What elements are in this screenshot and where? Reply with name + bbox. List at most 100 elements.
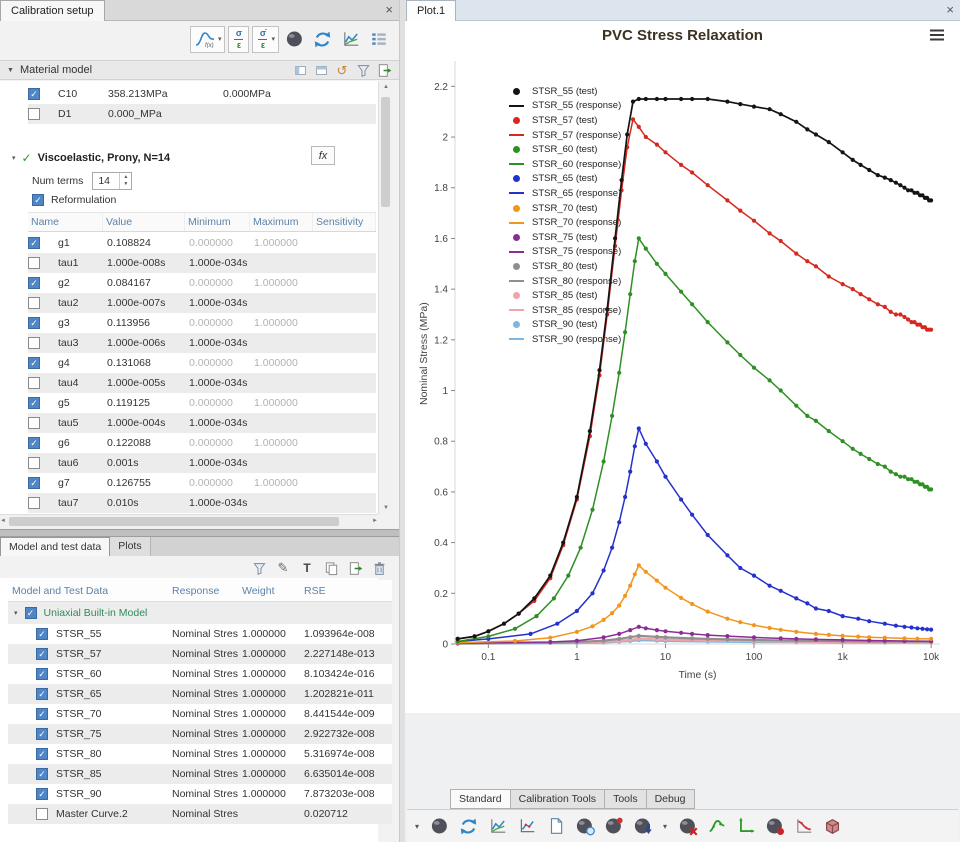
fx-expression-button[interactable]: fx <box>311 146 335 165</box>
tab-standard[interactable]: Standard <box>450 789 511 809</box>
prony-checkbox[interactable]: ✓ <box>28 437 40 449</box>
test-data-checkbox[interactable]: ✓ <box>36 808 48 820</box>
scroll-right-icon[interactable]: ► <box>372 516 378 527</box>
param-checkbox[interactable]: ✓ <box>28 108 40 120</box>
text-icon[interactable]: T <box>299 560 315 576</box>
scrollbar-track[interactable] <box>379 93 393 503</box>
axes-green-icon[interactable] <box>733 814 758 839</box>
plot-lines-icon[interactable] <box>338 26 363 53</box>
fit-out-icon[interactable] <box>313 62 329 78</box>
stress-rate-button[interactable]: σ̇ ε ▾ <box>252 25 279 53</box>
model-group-row[interactable]: ▾ ✓ Uniaxial Built-in Model <box>8 602 392 624</box>
tab-plots[interactable]: Plots <box>110 537 151 556</box>
fit-function-button[interactable]: f(x) ▾ <box>189 25 226 53</box>
test-data-checkbox[interactable]: ✓ <box>36 688 48 700</box>
prony-checkbox[interactable]: ✓ <box>28 317 40 329</box>
scroll-up-icon[interactable]: ▲ <box>383 82 389 93</box>
box-3d-icon[interactable] <box>820 814 845 839</box>
test-data-checkbox[interactable]: ✓ <box>36 628 48 640</box>
prony-checkbox[interactable]: ✓ <box>28 477 40 489</box>
test-data-checkbox[interactable]: ✓ <box>36 748 48 760</box>
undo-icon[interactable]: ↺ <box>334 62 350 78</box>
reformulation-checkbox[interactable]: ✓ <box>32 194 44 206</box>
test-data-checkbox[interactable]: ✓ <box>36 668 48 680</box>
plot-lines-icon[interactable] <box>485 814 510 839</box>
pencil-icon[interactable]: ✎ <box>275 560 291 576</box>
num-terms-spinner[interactable]: 14 ▲ ▼ <box>92 172 133 190</box>
tab-debug[interactable]: Debug <box>645 789 695 809</box>
tab-calibration-setup[interactable]: Calibration setup <box>0 0 105 21</box>
test-data-row[interactable]: ✓ STSR_70 Nominal Stress 1.000000 8.441544e-… <box>8 704 392 724</box>
tab-calibration-tools[interactable]: Calibration Tools <box>509 789 606 809</box>
refresh-icon[interactable] <box>456 814 481 839</box>
curve-red-icon[interactable] <box>791 814 816 839</box>
prony-checkbox[interactable]: ✓ <box>28 377 40 389</box>
plot-axes-icon[interactable] <box>514 814 539 839</box>
sphere-preview-icon[interactable] <box>572 814 597 839</box>
dropdown-caret-icon[interactable]: ▾ <box>659 822 671 831</box>
sphere-dot-icon[interactable] <box>762 814 787 839</box>
stress-rate-button-caret-icon[interactable]: ▾ <box>271 35 275 43</box>
export-icon[interactable] <box>376 62 392 78</box>
test-data-row[interactable]: ✓ STSR_90 Nominal Stress 1.000000 7.873203e-… <box>8 784 392 804</box>
list-icon[interactable] <box>366 26 391 53</box>
prony-checkbox[interactable]: ✓ <box>28 457 40 469</box>
tab-tools[interactable]: Tools <box>604 789 647 809</box>
horizontal-scrollbar[interactable]: ◄ ► <box>0 514 378 528</box>
test-data-row[interactable]: ✓ STSR_80 Nominal Stress 1.000000 5.316974e-… <box>8 744 392 764</box>
fit-function-button-caret-icon[interactable]: ▾ <box>218 35 222 43</box>
filter-icon[interactable] <box>355 62 371 78</box>
copy-icon[interactable] <box>323 560 339 576</box>
scrollbar-thumb[interactable] <box>381 97 390 207</box>
prony-checkbox[interactable]: ✓ <box>28 277 40 289</box>
material-sphere-icon[interactable] <box>282 26 307 53</box>
prony-checkbox[interactable]: ✓ <box>28 257 40 269</box>
tab-plot-1[interactable]: Plot.1 <box>406 0 457 21</box>
refresh-icon[interactable] <box>310 26 335 53</box>
param-checkbox[interactable]: ✓ <box>28 88 40 100</box>
test-data-row[interactable]: ✓ STSR_55 Nominal Stress 1.000000 1.093964e-… <box>8 624 392 644</box>
test-data-row[interactable]: ✓ STSR_57 Nominal Stress 1.000000 2.227148e-… <box>8 644 392 664</box>
material-model-section-header[interactable]: ▼ Material model ↺ <box>0 60 399 80</box>
panel-splitter[interactable] <box>0 529 399 537</box>
test-data-row[interactable]: ✓ STSR_75 Nominal Stress 1.000000 2.922732e-… <box>8 724 392 744</box>
scroll-down-icon[interactable]: ▼ <box>383 503 389 514</box>
test-data-row[interactable]: ✓ STSR_65 Nominal Stress 1.000000 1.202821e-… <box>8 684 392 704</box>
test-data-checkbox[interactable]: ✓ <box>36 768 48 780</box>
collapse-triangle-icon[interactable]: ▼ <box>7 67 14 74</box>
sphere-locate-icon[interactable] <box>601 814 626 839</box>
prony-checkbox[interactable]: ✓ <box>28 357 40 369</box>
group-checkbox[interactable]: ✓ <box>24 607 37 619</box>
test-data-checkbox[interactable]: ✓ <box>36 728 48 740</box>
spinner-arrows-icon[interactable]: ▲ ▼ <box>119 173 131 189</box>
close-panel-icon[interactable]: × <box>385 2 393 17</box>
tab-model-and-test-data[interactable]: Model and test data <box>0 537 111 556</box>
dropdown-caret-icon[interactable]: ▾ <box>411 822 423 831</box>
prony-checkbox[interactable]: ✓ <box>28 237 40 249</box>
scroll-left-icon[interactable]: ◄ <box>0 516 6 527</box>
trash-icon[interactable] <box>371 560 387 576</box>
fit-in-icon[interactable] <box>292 62 308 78</box>
close-plot-icon[interactable]: × <box>946 2 954 17</box>
prony-checkbox[interactable]: ✓ <box>28 497 40 509</box>
export-icon[interactable] <box>347 560 363 576</box>
scrollbar-thumb[interactable] <box>8 517 339 526</box>
new-document-icon[interactable] <box>543 814 568 839</box>
test-data-row[interactable]: ✓ Master Curve.2 Nominal Stress 0.020712 <box>8 804 392 824</box>
sphere-download-icon[interactable] <box>630 814 655 839</box>
sphere-remove-icon[interactable] <box>675 814 700 839</box>
filter-icon[interactable] <box>251 560 267 576</box>
prony-checkbox[interactable]: ✓ <box>28 297 40 309</box>
test-data-row[interactable]: ✓ STSR_60 Nominal Stress 1.000000 8.103424e-… <box>8 664 392 684</box>
prony-checkbox[interactable]: ✓ <box>28 337 40 349</box>
test-data-checkbox[interactable]: ✓ <box>36 788 48 800</box>
prony-checkbox[interactable]: ✓ <box>28 397 40 409</box>
test-data-checkbox[interactable]: ✓ <box>36 648 48 660</box>
test-data-row[interactable]: ✓ STSR_85 Nominal Stress 1.000000 6.635014e-… <box>8 764 392 784</box>
vertical-scrollbar[interactable]: ▲ ▼ <box>378 82 393 514</box>
group-expand-icon[interactable]: ▾ <box>14 609 18 617</box>
prony-checkbox[interactable]: ✓ <box>28 417 40 429</box>
stress-strain-button[interactable]: σε <box>228 25 250 53</box>
material-sphere-icon[interactable] <box>427 814 452 839</box>
test-data-checkbox[interactable]: ✓ <box>36 708 48 720</box>
